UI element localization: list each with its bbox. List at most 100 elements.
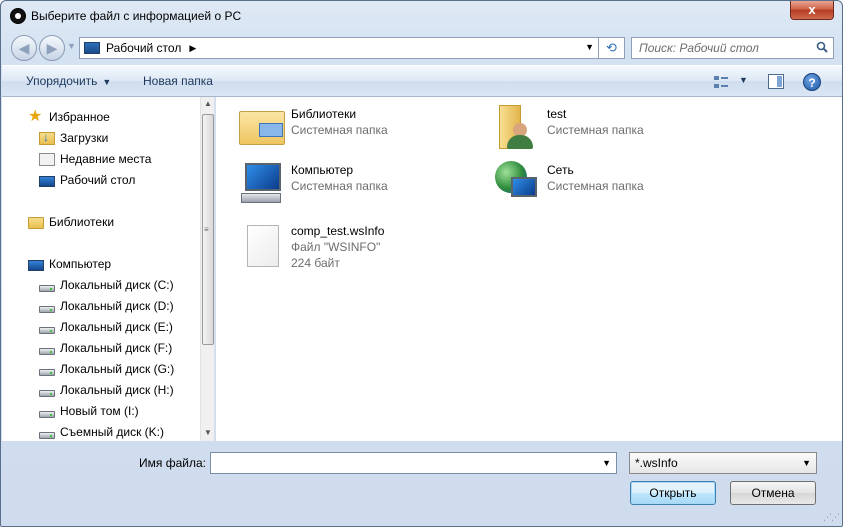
sidebar-item-label: Библиотеки [49, 215, 115, 229]
file-item-libraries[interactable]: Библиотеки Системная папка [237, 103, 388, 151]
sidebar-item-libraries[interactable]: Библиотеки [28, 212, 114, 232]
drive-icon [39, 410, 55, 418]
sidebar-item-label: Избранное [49, 110, 110, 124]
drive-icon [39, 347, 55, 355]
item-type: Системная папка [547, 179, 644, 193]
chevron-down-icon[interactable]: ▼ [802, 458, 811, 468]
sidebar-item-drive[interactable]: Локальный диск (G:) [39, 359, 174, 379]
file-item-computer[interactable]: Компьютер Системная папка [237, 159, 388, 207]
close-button[interactable]: x [790, 1, 834, 20]
computer-icon [237, 159, 285, 207]
sidebar-item-computer[interactable]: Компьютер [28, 254, 111, 274]
recent-places-icon [39, 152, 55, 166]
sidebar-item-recent[interactable]: Недавние места [39, 149, 151, 169]
item-type: Системная папка [291, 123, 388, 137]
sidebar-item-downloads[interactable]: Загрузки [39, 128, 108, 148]
sidebar-item-label: Локальный диск (H:) [60, 383, 174, 397]
filename-combobox[interactable]: ▼ [210, 452, 617, 474]
file-open-dialog: Выберите файл с информацией о PC x ◀ ▶ ▼… [0, 0, 843, 527]
system-drive-icon [39, 284, 55, 292]
scrollbar-grip-icon: ≡ [204, 225, 209, 234]
document-icon [237, 223, 285, 271]
item-name: Библиотеки [291, 107, 357, 121]
sidebar-item-label: Компьютер [49, 257, 112, 271]
refresh-button[interactable]: ⟲ [599, 37, 625, 59]
item-type: Системная папка [291, 179, 388, 193]
sidebar-item-label: Локальный диск (D:) [60, 299, 174, 313]
sidebar-item-drive[interactable]: Локальный диск (F:) [39, 338, 172, 358]
downloads-folder-icon [39, 130, 55, 145]
open-button[interactable]: Открыть [630, 481, 716, 505]
sidebar-item-drive[interactable]: Съемный диск (K:) [39, 422, 164, 441]
help-icon[interactable]: ? [803, 73, 821, 91]
cancel-button[interactable]: Отмена [730, 481, 816, 505]
item-name: Сеть [547, 163, 574, 177]
forward-button[interactable]: ▶ [39, 35, 65, 61]
new-folder-button[interactable]: Новая папка [143, 74, 213, 88]
chevron-down-icon: ▼ [102, 77, 112, 87]
address-dropdown-icon[interactable]: ▼ [585, 42, 594, 52]
breadcrumb-arrow-icon[interactable]: ▶ [189, 43, 196, 54]
address-bar[interactable]: Рабочий стол ▶ ▼ [79, 37, 599, 59]
sidebar-item-drive[interactable]: Новый том (I:) [39, 401, 139, 421]
sidebar-item-label: Новый том (I:) [60, 404, 139, 418]
file-item-network[interactable]: Сеть Системная папка [493, 159, 644, 207]
view-mode-icon[interactable] [713, 75, 729, 89]
resize-grip-icon[interactable]: ⋰⋰ [823, 512, 840, 523]
app-disc-icon [10, 8, 26, 24]
item-size: 224 байт [291, 256, 340, 270]
file-item-wsinfo[interactable]: comp_test.wsInfo Файл "WSINFO" 224 байт [237, 223, 384, 271]
sidebar-item-drive[interactable]: Локальный диск (D:) [39, 296, 174, 316]
chevron-down-icon[interactable]: ▼ [602, 458, 611, 468]
forward-arrow-icon: ▶ [46, 40, 58, 56]
sidebar-item-drive[interactable]: Локальный диск (H:) [39, 380, 174, 400]
scroll-up-icon[interactable]: ▲ [204, 99, 212, 108]
sidebar-item-label: Съемный диск (K:) [60, 425, 164, 439]
title-bar: Выберите файл с информацией о PC x [1, 1, 842, 31]
scroll-down-icon[interactable]: ▼ [204, 428, 212, 437]
sidebar-item-drive[interactable]: Локальный диск (E:) [39, 317, 173, 337]
sidebar-item-label: Рабочий стол [60, 173, 136, 187]
file-list: Библиотеки Системная папка test Системная … [216, 97, 842, 441]
window-title: Выберите файл с информацией о PC [31, 9, 242, 23]
user-folder-icon [493, 103, 541, 151]
removable-drive-icon [39, 431, 55, 439]
back-arrow-icon: ◀ [18, 40, 30, 56]
recent-pages-dropdown-icon[interactable]: ▼ [67, 41, 76, 51]
organize-button[interactable]: Упорядочить ▼ [26, 74, 111, 88]
item-name: test [547, 107, 567, 121]
navigation-pane: ★ Избранное Загрузки Недавние места Рабоч… [2, 97, 215, 441]
breadcrumb-desktop[interactable]: Рабочий стол [106, 41, 181, 55]
filename-input[interactable] [211, 453, 591, 473]
sidebar-item-label: Локальный диск (G:) [60, 362, 175, 376]
item-type: Файл "WSINFO" [291, 240, 381, 254]
view-dropdown-icon[interactable]: ▼ [739, 75, 748, 85]
search-box[interactable] [631, 37, 834, 59]
filter-value: *.wsInfo [635, 456, 678, 470]
desktop-icon [39, 175, 55, 187]
sidebar-scrollbar[interactable]: ▲ ≡ ▼ [200, 97, 214, 441]
sidebar-item-label: Локальный диск (F:) [60, 341, 173, 355]
file-item-test[interactable]: test Системная папка [493, 103, 644, 151]
preview-pane-icon[interactable] [768, 74, 784, 89]
sidebar-item-drive[interactable]: Локальный диск (C:) [39, 275, 174, 295]
sidebar-item-favorites[interactable]: ★ Избранное [28, 107, 110, 127]
search-icon[interactable] [816, 41, 828, 53]
sidebar-item-label: Загрузки [60, 131, 109, 145]
command-toolbar: Упорядочить ▼ Новая папка ▼ ? [2, 65, 842, 97]
item-name: Компьютер [291, 163, 354, 177]
organize-label: Упорядочить [26, 74, 98, 88]
drive-icon [39, 389, 55, 397]
search-input[interactable] [632, 38, 802, 58]
filename-label: Имя файла: [139, 456, 206, 470]
item-type: Системная папка [547, 123, 644, 137]
drive-icon [39, 326, 55, 334]
sidebar-item-label: Локальный диск (E:) [60, 320, 173, 334]
star-icon: ★ [28, 108, 43, 125]
file-type-filter[interactable]: *.wsInfo ▼ [629, 452, 817, 474]
sidebar-item-label: Недавние места [60, 152, 152, 166]
libraries-icon [28, 217, 44, 229]
sidebar-item-desktop[interactable]: Рабочий стол [39, 170, 135, 190]
back-button[interactable]: ◀ [11, 35, 37, 61]
drive-icon [39, 368, 55, 376]
